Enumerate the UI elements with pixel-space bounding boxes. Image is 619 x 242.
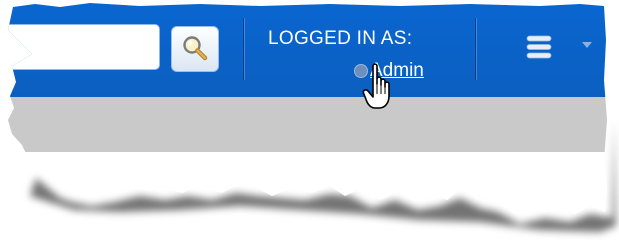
header-divider: [243, 18, 244, 80]
search-button[interactable]: [171, 26, 219, 72]
hand-pointer-cursor-icon: [362, 63, 390, 109]
screenshot-stage: LOGGED IN AS: Admin: [0, 0, 619, 242]
header-bar: LOGGED IN AS: Admin: [8, 3, 607, 97]
magnifier-icon: [183, 36, 208, 61]
header-divider: [475, 18, 476, 80]
subheader-band: [8, 97, 607, 152]
caret-down-icon[interactable]: [582, 42, 592, 48]
menu-button[interactable]: [524, 30, 554, 64]
hamburger-menu-icon: [526, 35, 552, 59]
logged-in-label: LOGGED IN AS:: [268, 28, 413, 49]
